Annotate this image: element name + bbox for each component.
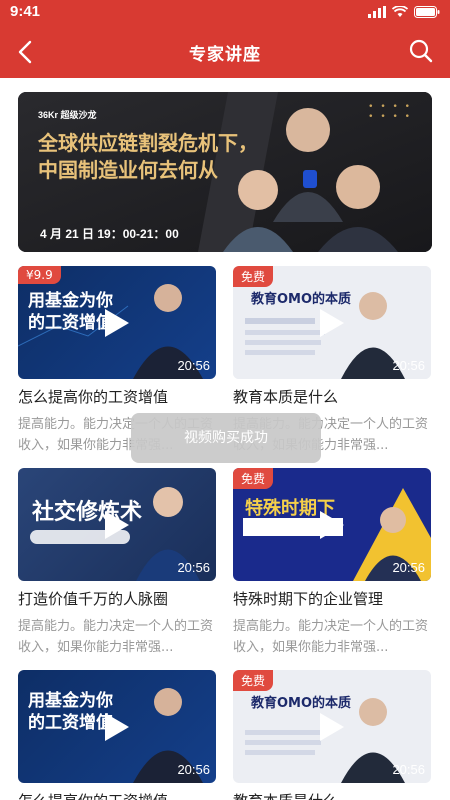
banner-time: 4 月 21 日 19：00-21：00 — [40, 227, 179, 241]
play-icon[interactable] — [318, 509, 346, 541]
status-icons — [368, 6, 440, 18]
duration: 20:56 — [392, 358, 425, 373]
course-title: 特殊时期下的企业管理 — [233, 590, 384, 608]
play-icon[interactable] — [103, 711, 131, 743]
duration: 20:56 — [177, 560, 210, 575]
course-desc: 提高能力。能力决定一个人的工资收入，如果你能力非常强... — [233, 619, 429, 655]
free-tag: 免费 — [233, 266, 274, 287]
battery-icon — [414, 6, 440, 18]
banner-headline: 全球供应链割裂危机下， 中国制造业何去何从 — [38, 130, 258, 184]
course-thumbnail[interactable]: 免费 教育OMO的本质 20:56 — [233, 266, 431, 379]
search-icon[interactable] — [408, 38, 434, 64]
course-title: 怎么提高你的工资增值 — [18, 388, 169, 406]
course-thumbnail[interactable]: 用基金为你的工资增值 20:56 — [18, 670, 216, 783]
duration: 20:56 — [177, 358, 210, 373]
thumb-headline: 教育OMO的本质 — [251, 696, 352, 711]
duration: 20:56 — [392, 560, 425, 575]
course-thumbnail[interactable]: 免费 特殊时期下 20:56 — [233, 468, 431, 581]
thumb-headline: 教育OMO的本质 — [251, 292, 352, 307]
wifi-icon — [392, 6, 408, 17]
purchase-success-toast: 视频购买成功 — [131, 413, 321, 463]
duration: 20:56 — [392, 762, 425, 777]
banner-dots: • • • • • • • • — [368, 102, 412, 122]
promo-banner[interactable]: 36Kr 超级沙龙 • • • • • • • • 全球供应链割裂危机下， 中国制… — [18, 92, 432, 252]
course-title: 打造价值千万的人脉圈 — [18, 590, 169, 608]
banner-brand: 36Kr 超级沙龙 — [38, 110, 97, 120]
play-icon[interactable] — [103, 307, 131, 339]
banner-headline-line2: 中国制造业何去何从 — [38, 158, 218, 182]
course-thumbnail[interactable]: 免费 教育OMO的本质 20:56 — [233, 670, 431, 783]
course-title: 怎么提高你的工资增值 — [18, 790, 228, 800]
status-bar: 9:41 — [0, 0, 450, 26]
course-title: 教育本质是什么 — [233, 790, 443, 800]
banner-headline-line1: 全球供应链割裂危机下， — [38, 131, 258, 155]
play-icon[interactable] — [103, 509, 131, 541]
nav-bar: 专家讲座 — [0, 26, 450, 78]
app-header: 9:41 专家讲座 — [0, 0, 450, 78]
course-thumbnail[interactable]: 社交修炼术 20:56 — [18, 468, 216, 581]
signal-icon — [368, 6, 386, 18]
play-icon[interactable] — [318, 711, 346, 743]
duration: 20:56 — [177, 762, 210, 777]
free-tag: 免费 — [233, 468, 274, 489]
course-thumbnail[interactable]: ¥9.9 用基金为你的工资增值 20:56 — [18, 266, 216, 379]
free-tag: 免费 — [233, 670, 274, 691]
course-title: 教育本质是什么 — [233, 388, 339, 406]
play-icon[interactable] — [318, 307, 346, 339]
course-desc: 提高能力。能力决定一个人的工资收入，如果你能力非常强... — [18, 619, 214, 655]
page-title: 专家讲座 — [189, 45, 261, 65]
price-tag: ¥9.9 — [18, 266, 61, 284]
status-time: 9:41 — [10, 3, 41, 20]
